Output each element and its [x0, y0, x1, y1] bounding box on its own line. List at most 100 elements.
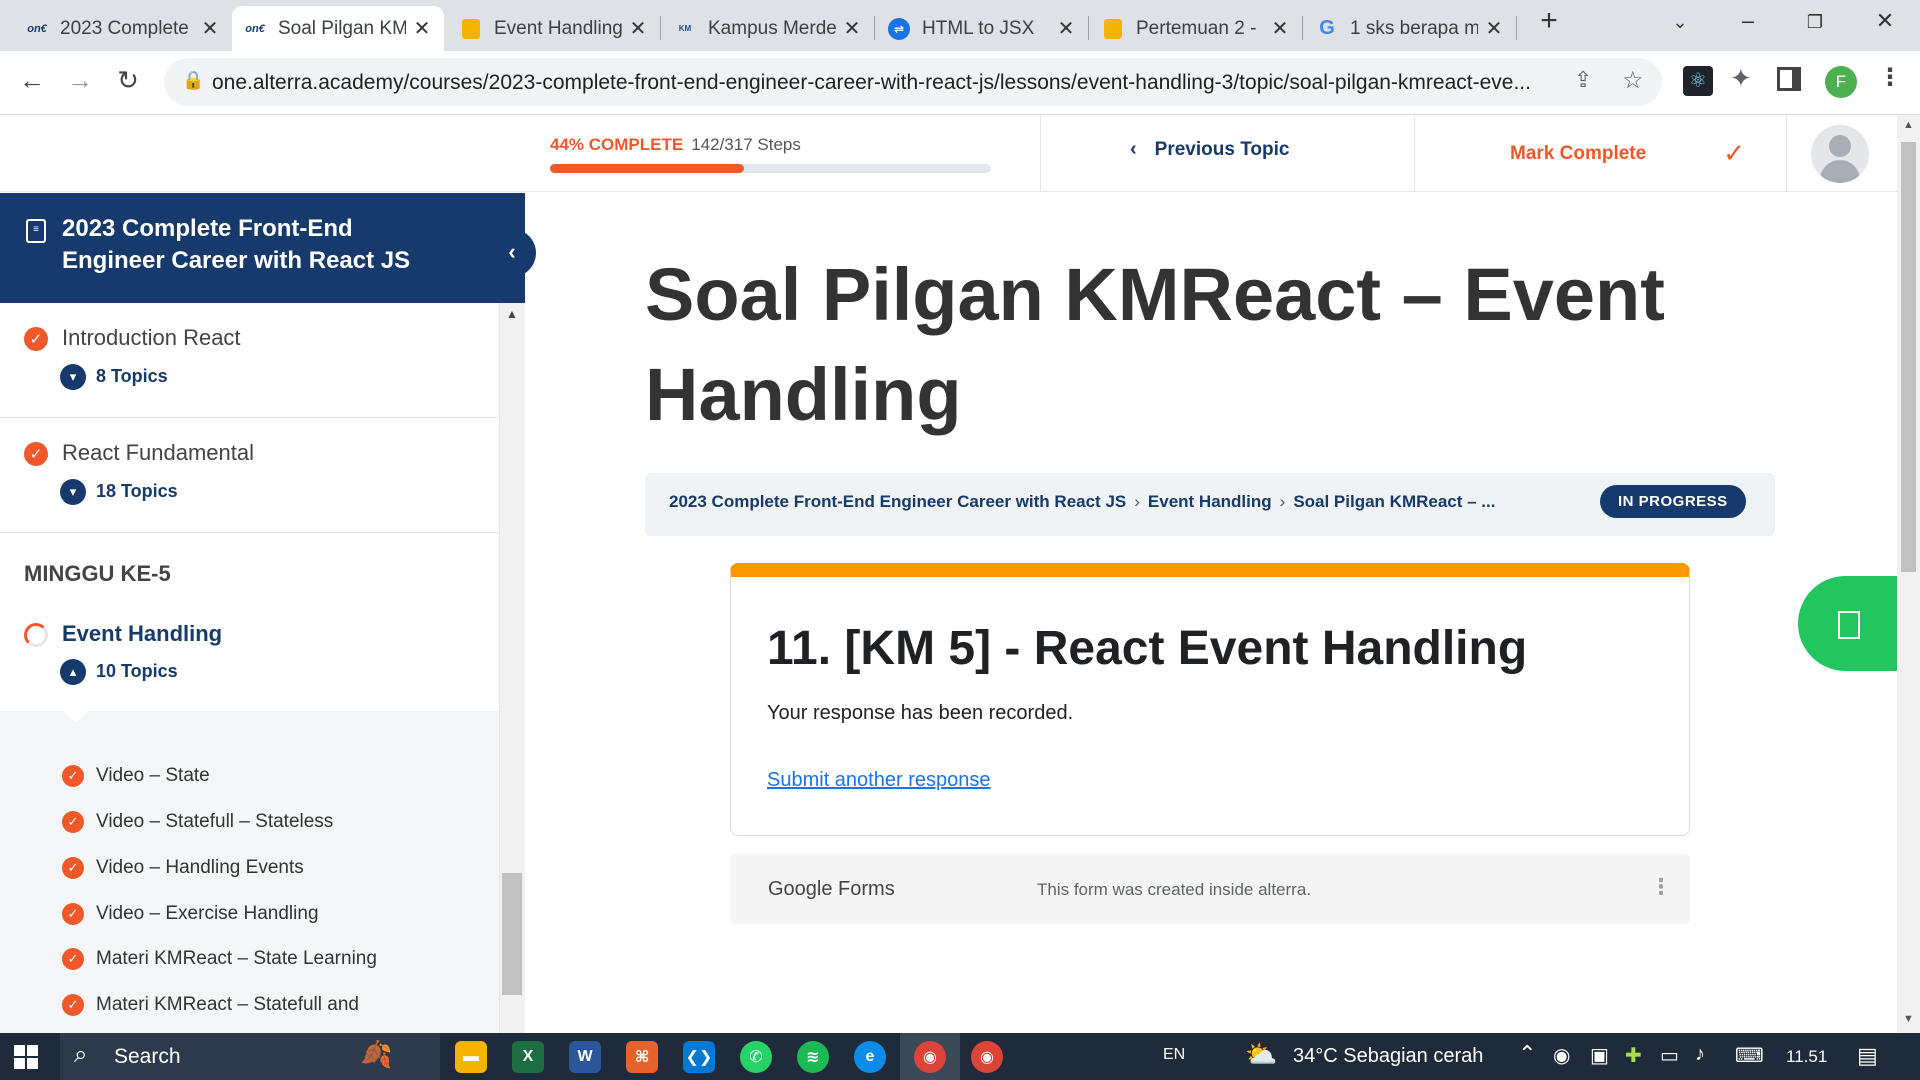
record-icon[interactable]: ◉	[1553, 1043, 1570, 1068]
volume-icon[interactable]: ♪	[1695, 1043, 1705, 1066]
topic-title: Materi KMReact – Statefull and	[96, 994, 359, 1015]
close-icon[interactable]: ✕	[1270, 16, 1290, 41]
tab-2023-complete[interactable]: on€ 2023 Complete ✕	[14, 6, 232, 51]
close-icon[interactable]: ✕	[412, 16, 432, 41]
submit-another-response-link[interactable]: Submit another response	[767, 769, 990, 792]
language-indicator[interactable]: EN	[1163, 1046, 1185, 1064]
topic-title: Video – Exercise Handling	[96, 903, 319, 924]
current-lesson-item[interactable]: Event Handling ▴ 10 Topics	[0, 603, 499, 711]
checkmark-icon: ✓	[1723, 138, 1745, 168]
breadcrumb-lesson[interactable]: Event Handling	[1148, 492, 1272, 512]
tab-soal-pilgan[interactable]: on€ Soal Pilgan KM ✕	[232, 6, 444, 51]
notification-icon[interactable]: ▤	[1857, 1043, 1878, 1069]
tab-html-to-jsx[interactable]: ⇌ HTML to JSX ✕	[876, 6, 1088, 51]
course-title[interactable]: 2023 Complete Front-End Engineer Career …	[62, 213, 462, 277]
react-devtools-icon[interactable]: ⚛	[1683, 66, 1713, 96]
url-text[interactable]: one.alterra.academy/courses/2023-complet…	[212, 71, 1552, 95]
clock-time[interactable]: 11.51	[1786, 1047, 1827, 1067]
chrome-icon[interactable]: ◉	[971, 1041, 1003, 1073]
breadcrumb-course[interactable]: 2023 Complete Front-End Engineer Career …	[669, 492, 1126, 512]
topic-item[interactable]: ✓ Video – Exercise Handling	[62, 903, 319, 925]
restore-icon[interactable]: ❐	[1790, 12, 1840, 33]
chevron-up-icon[interactable]: ▴	[60, 659, 86, 685]
topic-title: Video – Statefull – Stateless	[96, 811, 334, 832]
camera-icon[interactable]: ▣	[1590, 1043, 1609, 1068]
tab-event-handling[interactable]: Event Handling ✕	[448, 6, 660, 51]
topic-item[interactable]: ✓ Materi KMReact – State Learning	[62, 948, 377, 970]
sidebar-scrollbar[interactable]: ▲ ▼	[500, 303, 525, 1033]
page-scrollbar[interactable]: ▲ ▼	[1897, 115, 1920, 1033]
close-window-icon[interactable]: ✕	[1860, 8, 1910, 34]
edge-icon[interactable]: e	[854, 1041, 886, 1073]
scroll-up-arrow-icon[interactable]: ▲	[506, 307, 518, 321]
breadcrumb-separator-icon: ›	[1279, 492, 1286, 511]
scrollbar-thumb[interactable]	[502, 873, 522, 995]
chrome-menu-icon[interactable]: ⋮	[1878, 63, 1902, 92]
security-plus-icon[interactable]: ✚	[1625, 1043, 1642, 1068]
battery-icon[interactable]: ▭	[1660, 1043, 1679, 1068]
taskbar-search-box[interactable]: ⌕ Search 🍂	[60, 1033, 440, 1080]
lesson-topic-count[interactable]: 10 Topics	[96, 661, 178, 682]
tab-1-sks[interactable]: G 1 sks berapa m ✕	[1304, 6, 1516, 51]
chevron-down-icon[interactable]: ▾	[60, 479, 86, 505]
back-arrow-icon[interactable]: ←	[14, 65, 50, 96]
tab-title: Event Handling	[494, 17, 622, 39]
profile-avatar[interactable]: F	[1825, 66, 1857, 98]
topic-item[interactable]: ✓ Video – Statefull – Stateless	[62, 811, 333, 833]
topic-list-pointer	[62, 709, 90, 723]
excel-icon[interactable]: X	[512, 1041, 544, 1073]
side-panel-icon[interactable]	[1777, 67, 1801, 91]
word-icon[interactable]: W	[569, 1041, 601, 1073]
topic-item[interactable]: ✓ Materi KMReact – Statefull and	[62, 994, 359, 1016]
vscode-icon[interactable]: ❮❯	[683, 1041, 715, 1073]
lesson-topic-count[interactable]: 18 Topics	[96, 481, 178, 502]
share-icon[interactable]: ⇪	[1574, 67, 1592, 93]
tab-search-chevron-icon[interactable]: ⌄	[1655, 12, 1705, 33]
close-icon[interactable]: ✕	[200, 16, 220, 41]
scroll-down-arrow-icon[interactable]: ▼	[1903, 1013, 1914, 1025]
extensions-puzzle-icon[interactable]: ✦	[1730, 63, 1752, 94]
chevron-up-icon[interactable]: ⌃	[1518, 1041, 1536, 1067]
floating-action-button[interactable]	[1798, 576, 1897, 671]
keyboard-icon[interactable]: ⌨	[1735, 1043, 1764, 1068]
forward-arrow-icon[interactable]: →	[62, 65, 98, 96]
new-tab-plus-icon[interactable]: +	[1524, 4, 1574, 38]
topic-item[interactable]: ✓ Video – State	[62, 765, 210, 787]
topic-item[interactable]: ✓ Video – Handling Events	[62, 857, 304, 879]
windows-start-icon[interactable]	[14, 1045, 38, 1069]
google-forms-logo[interactable]: Google Forms	[768, 878, 895, 901]
address-bar[interactable]: 🔒 one.alterra.academy/courses/2023-compl…	[164, 58, 1662, 106]
lesson-title: Introduction React	[62, 325, 241, 350]
page-title: Soal Pilgan KMReact – Event Handling	[645, 253, 1665, 436]
whatsapp-icon[interactable]: ✆	[740, 1041, 772, 1073]
close-icon[interactable]: ✕	[1484, 16, 1504, 41]
more-options-icon[interactable]: ⋮	[1650, 874, 1672, 900]
chevron-down-icon[interactable]: ▾	[60, 364, 86, 390]
close-icon[interactable]: ✕	[628, 16, 648, 41]
google-forms-footer: Google Forms This form was created insid…	[730, 854, 1690, 924]
breadcrumb-topic[interactable]: Soal Pilgan KMReact – ...	[1293, 492, 1495, 512]
spotify-icon[interactable]: ≋	[797, 1041, 829, 1073]
close-icon[interactable]: ✕	[1056, 16, 1076, 41]
reload-icon[interactable]: ↻	[110, 65, 146, 96]
file-explorer-icon[interactable]: ▬	[455, 1041, 487, 1073]
lesson-topic-count[interactable]: 8 Topics	[96, 366, 168, 387]
mark-complete-button[interactable]: Mark Complete ✓	[1510, 138, 1745, 169]
user-avatar[interactable]	[1811, 125, 1869, 183]
xampp-icon[interactable]: ⌘	[626, 1041, 658, 1073]
check-circle-icon: ✓	[62, 948, 84, 970]
minimize-icon[interactable]: –	[1723, 8, 1773, 34]
scrollbar-thumb[interactable]	[1901, 142, 1916, 572]
close-icon[interactable]: ✕	[842, 16, 862, 41]
document-icon: ≡	[26, 219, 46, 243]
tab-kampus-merdeka[interactable]: KM Kampus Merde ✕	[662, 6, 874, 51]
lesson-item[interactable]: ✓ React Fundamental ▾ 18 Topics	[0, 418, 499, 533]
scroll-up-arrow-icon[interactable]: ▲	[1903, 119, 1914, 131]
lesson-item[interactable]: ✓ Introduction React ▾ 8 Topics	[0, 303, 499, 418]
tab-pertemuan-2[interactable]: Pertemuan 2 - ✕	[1090, 6, 1302, 51]
chrome-icon[interactable]: ◉	[914, 1041, 946, 1073]
weather-text[interactable]: 34°C Sebagian cerah	[1293, 1045, 1483, 1068]
bookmark-star-icon[interactable]: ☆	[1622, 66, 1644, 95]
previous-topic-button[interactable]: ‹ Previous Topic	[1130, 138, 1289, 161]
collapse-sidebar-button[interactable]: ‹	[488, 229, 536, 277]
